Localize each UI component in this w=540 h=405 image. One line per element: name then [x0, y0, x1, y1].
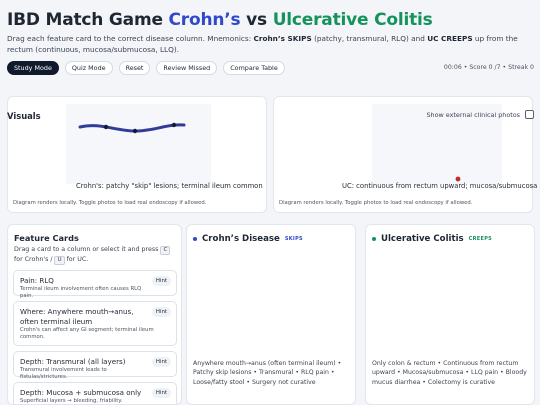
crohn-column-header: Crohn’s Disease SKIPS [193, 234, 303, 244]
score-status: 00:06 • Score 0 /7 • Streak 0 [443, 64, 534, 71]
uc-column-title: Ulcerative Colitis [381, 234, 464, 244]
visual-note: Diagram renders locally. Toggle photos t… [13, 200, 207, 206]
crohn-visual-card: Crohn's: patchy "skip" lesions; terminal… [7, 96, 267, 213]
feature-card-desc: Crohn's can affect any GI segment; termi… [20, 327, 154, 340]
feature-card-title: Depth: Mucosa + submucosa only [20, 388, 142, 397]
page-subtitle: Drag each feature card to the correct di… [7, 34, 518, 54]
hint-button[interactable]: Hint [151, 357, 171, 367]
title-crohn: Crohn’s [168, 10, 241, 30]
photo-toggle[interactable]: Show external clinical photos [426, 110, 534, 119]
bowel-segment-line [78, 123, 186, 133]
dot-icon [193, 237, 197, 241]
hint-button[interactable]: Hint [151, 276, 171, 286]
hint-button[interactable]: Hint [151, 388, 171, 398]
feature-card-desc: Transmural involvement leads to fistulas… [20, 367, 107, 380]
feature-card-title: Pain: RLQ [20, 276, 54, 285]
crohn-column-summary: Anywhere mouth→anus (often terminal ileu… [193, 360, 342, 386]
uc-drop-column[interactable]: Ulcerative Colitis CREEPS Only colon & r… [365, 224, 535, 405]
visual-note: Diagram renders locally. Toggle photos t… [279, 200, 473, 206]
feature-card[interactable]: Depth: Transmural (all layers) Transmura… [13, 351, 177, 380]
feature-card[interactable]: Where: Anywhere mouth→anus, often termin… [13, 301, 177, 346]
feature-card-title: Where: Anywhere mouth→anus, often termin… [20, 307, 134, 326]
crohn-mnemonic-tag: SKIPS [284, 236, 303, 242]
skip-lesion-marker [103, 124, 109, 130]
study-mode-button[interactable]: Study Mode [7, 61, 59, 75]
skip-lesion-marker [132, 128, 138, 134]
feature-cards-help: Drag a card to a column or select it and… [14, 245, 174, 265]
dot-icon [372, 237, 376, 241]
review-missed-button[interactable]: Review Missed [156, 61, 218, 75]
key-u-badge: U [54, 256, 65, 265]
reset-button[interactable]: Reset [118, 61, 151, 75]
feature-card[interactable]: Pain: RLQ Terminal ileum involvement oft… [13, 270, 177, 299]
mode-toolbar: Study Mode Quiz Mode Reset Review Missed… [7, 61, 285, 75]
title-uc: Ulcerative Colitis [272, 10, 433, 30]
crohn-drop-column[interactable]: Crohn’s Disease SKIPS Anywhere mouth→anu… [186, 224, 356, 405]
compare-table-button[interactable]: Compare Table [223, 61, 285, 75]
feature-card-desc: Terminal ileum involvement often causes … [20, 286, 142, 299]
uc-visual-caption: UC: continuous from rectum upward; mucos… [342, 182, 538, 190]
quiz-mode-button[interactable]: Quiz Mode [64, 61, 113, 75]
key-c-badge: C [160, 246, 171, 255]
crohn-column-title: Crohn’s Disease [202, 234, 280, 244]
feature-card-title: Depth: Transmural (all layers) [20, 357, 126, 366]
feature-card-desc: Superficial layers → bleeding, friabilit… [20, 398, 123, 404]
page-title: IBD Match Game Crohn’s vs Ulcerative Col… [7, 10, 433, 30]
feature-cards-panel: Feature Cards Drag a card to a column or… [7, 224, 182, 405]
feature-card[interactable]: Depth: Mucosa + submucosa only Superfici… [13, 382, 177, 404]
crohn-visual-caption: Crohn's: patchy "skip" lesions; terminal… [76, 182, 263, 190]
uc-column-header: Ulcerative Colitis CREEPS [372, 234, 492, 244]
hint-button[interactable]: Hint [151, 307, 171, 317]
visuals-heading: Visuals [7, 111, 41, 121]
photo-toggle-label: Show external clinical photos [426, 110, 521, 119]
uc-column-summary: Only colon & rectum • Continuous from re… [372, 360, 527, 386]
rectum-lesion-marker [455, 176, 461, 182]
uc-mnemonic-tag: CREEPS [468, 236, 493, 242]
photo-toggle-checkbox[interactable] [525, 110, 534, 119]
crohn-bowel-diagram [78, 122, 186, 134]
skip-lesion-marker [171, 122, 177, 128]
crohn-diagram [66, 104, 211, 184]
feature-cards-heading: Feature Cards [14, 233, 79, 243]
